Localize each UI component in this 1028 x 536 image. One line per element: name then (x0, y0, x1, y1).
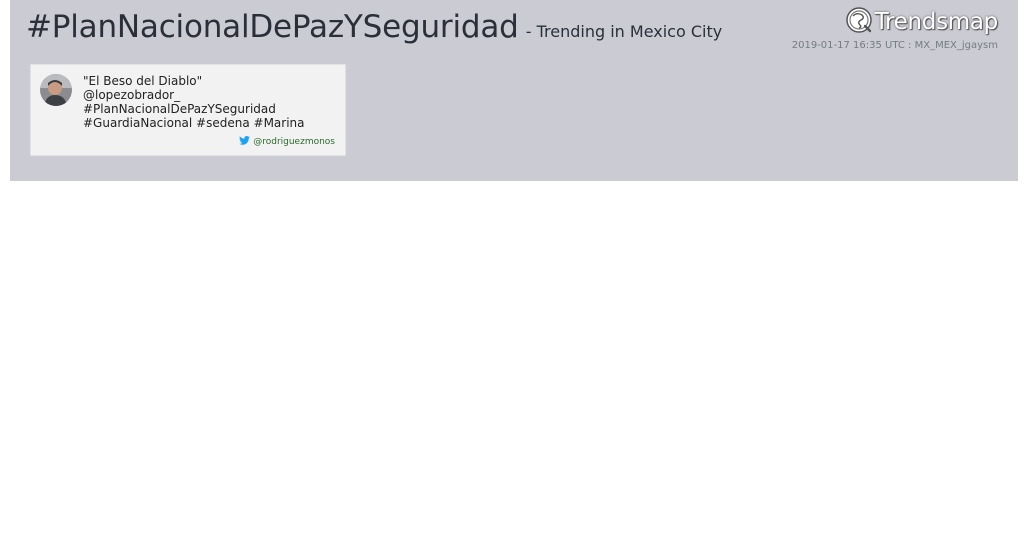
twitter-bird-icon (239, 136, 251, 148)
tweet-hashtag[interactable]: #PlanNacionalDePazYSeguridad (83, 102, 333, 116)
trend-banner: #PlanNacionalDePazYSeguridad - Trending … (10, 0, 1018, 181)
tweet-card[interactable]: "El Beso del Diablo" @lopezobrador_ #Pla… (30, 64, 346, 156)
trendsmap-logo[interactable]: Trendsmap (845, 6, 998, 38)
tweet-author[interactable]: @rodriguezmonos (239, 136, 335, 148)
trendsmap-wordmark: Trendsmap (874, 9, 999, 35)
trending-location: - Trending in Mexico City (525, 22, 723, 41)
avatar[interactable] (40, 74, 72, 106)
timestamp-location-code: 2019-01-17 16:35 UTC : MX_MEX_jgaysm (791, 40, 998, 51)
tweet-hashtags[interactable]: #GuardiaNacional #sedena #Marina (83, 116, 333, 130)
tweet-line: "El Beso del Diablo" (83, 74, 203, 88)
tweet-author-handle: @rodriguezmonos (253, 137, 335, 147)
tweet-text: "El Beso del Diablo" @lopezobrador_ #Pla… (83, 74, 333, 130)
title-row: #PlanNacionalDePazYSeguridad - Trending … (26, 9, 722, 45)
trendsmap-globe-icon (845, 6, 873, 38)
tweet-mention[interactable]: @lopezobrador_ (83, 88, 333, 102)
trending-hashtag[interactable]: #PlanNacionalDePazYSeguridad (26, 9, 519, 45)
